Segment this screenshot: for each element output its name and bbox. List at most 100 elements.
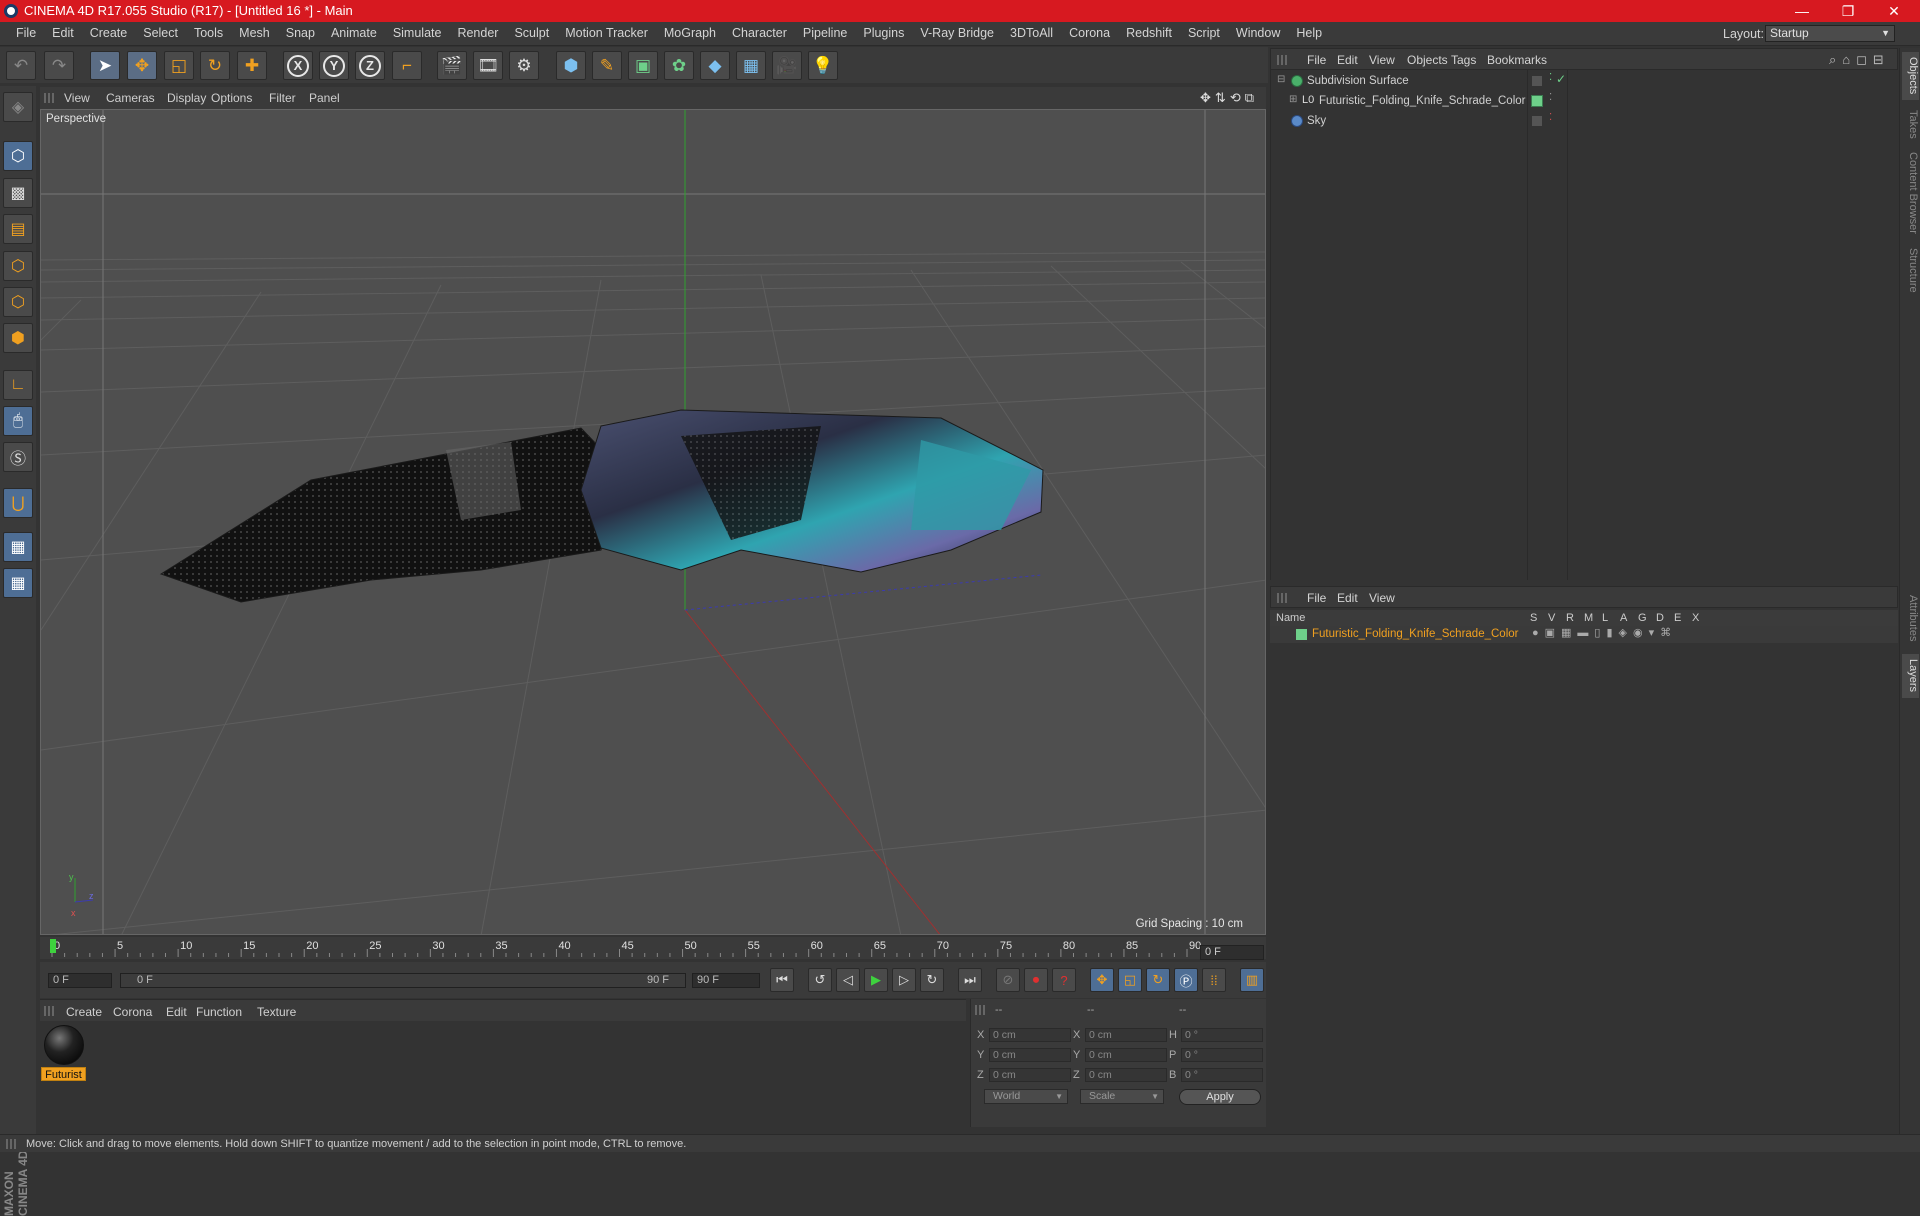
layer-tag-icon[interactable] bbox=[1531, 75, 1543, 87]
visibility-dots-icon[interactable]: ⁚ bbox=[1549, 92, 1552, 103]
material-menu-create[interactable]: Create bbox=[66, 1005, 102, 1019]
panel-grip-icon[interactable] bbox=[6, 1139, 16, 1149]
collapse-icon[interactable]: ⊟ bbox=[1277, 74, 1285, 85]
material-menu-corona[interactable]: Corona bbox=[113, 1005, 152, 1019]
layer-column-m[interactable]: M bbox=[1584, 612, 1593, 624]
knife-model[interactable] bbox=[159, 409, 1044, 603]
layer-color-swatch[interactable] bbox=[1296, 629, 1307, 640]
tweak-mode-button[interactable]: 🖱 bbox=[3, 406, 33, 436]
scale-mode-dropdown[interactable]: Scale ▼ bbox=[1080, 1089, 1164, 1104]
object-menu-tags[interactable]: Tags bbox=[1451, 53, 1476, 67]
object-name[interactable]: Subdivision Surface bbox=[1307, 75, 1409, 87]
coordinate-mode-dropdown[interactable]: World ▼ bbox=[984, 1089, 1068, 1104]
3d-viewport[interactable]: y z x Perspective Grid Spacing : 10 cm bbox=[40, 109, 1266, 935]
panel-grip-icon[interactable] bbox=[975, 1005, 985, 1015]
coord-size-field[interactable]: 0 cm bbox=[1085, 1028, 1167, 1042]
layer-flag-icons[interactable]: ●▣▦▬▯▮◈◉▾⌘ bbox=[1532, 626, 1677, 639]
tab-takes[interactable]: Takes bbox=[1902, 104, 1919, 144]
move-tool-button[interactable]: ✥ bbox=[127, 51, 157, 80]
start-frame-field[interactable]: 0 F bbox=[48, 973, 112, 988]
menu-corona[interactable]: Corona bbox=[1061, 26, 1118, 40]
add-cube-button[interactable]: ⬢ bbox=[556, 51, 586, 80]
object-menu-view[interactable]: View bbox=[1369, 53, 1395, 67]
visibility-dots-icon[interactable]: ⁚ bbox=[1549, 112, 1552, 123]
object-manager-tools[interactable]: ⌕⌂◻⊟ bbox=[1829, 52, 1890, 68]
object-menu-bookmarks[interactable]: Bookmarks bbox=[1487, 53, 1547, 67]
add-camera-button[interactable]: 🎥 bbox=[772, 51, 802, 80]
material-manager-area[interactable] bbox=[40, 1021, 966, 1127]
viewport-menu-view[interactable]: View bbox=[64, 91, 90, 105]
tab-structure[interactable]: Structure bbox=[1902, 242, 1919, 298]
material-menu-function[interactable]: Function bbox=[196, 1005, 242, 1019]
coord-size-field[interactable]: 0 cm bbox=[1085, 1068, 1167, 1082]
snap-button[interactable]: ⋃ bbox=[3, 488, 33, 518]
previous-key-button[interactable]: ↺ bbox=[808, 968, 832, 992]
menu-v-ray-bridge[interactable]: V-Ray Bridge bbox=[912, 26, 1002, 40]
viewport-menu-filter[interactable]: Filter bbox=[269, 91, 296, 105]
minimize-button[interactable]: — bbox=[1780, 0, 1824, 22]
end-frame-field[interactable]: 90 F bbox=[692, 973, 760, 988]
layer-column-r[interactable]: R bbox=[1566, 612, 1574, 624]
layer-column-s[interactable]: S bbox=[1530, 612, 1537, 624]
menu-help[interactable]: Help bbox=[1288, 26, 1330, 40]
rotate-tool-button[interactable]: ↻ bbox=[200, 51, 230, 80]
add-nurbs-button[interactable]: ▣ bbox=[628, 51, 658, 80]
layer-column-g[interactable]: G bbox=[1638, 612, 1647, 624]
x-axis-button[interactable]: X bbox=[283, 51, 313, 80]
next-key-button[interactable]: ↻ bbox=[920, 968, 944, 992]
panel-grip-icon[interactable] bbox=[1277, 55, 1287, 65]
object-row-knife[interactable]: ⊞ L0 Futuristic_Folding_Knife_Schrade_Co… bbox=[1271, 92, 1899, 111]
viewport-menu-cameras[interactable]: Cameras bbox=[106, 91, 155, 105]
menu-animate[interactable]: Animate bbox=[323, 26, 385, 40]
layer-column-d[interactable]: D bbox=[1656, 612, 1664, 624]
workplane-mode-button[interactable]: ▤ bbox=[3, 214, 33, 244]
planar-workplane-button[interactable]: ▦ bbox=[3, 568, 33, 598]
layer-column-a[interactable]: A bbox=[1620, 612, 1627, 624]
coord-position-field[interactable]: 0 cm bbox=[989, 1028, 1071, 1042]
material-preview-ball[interactable] bbox=[44, 1025, 84, 1065]
previous-frame-button[interactable]: ◁ bbox=[836, 968, 860, 992]
layer-name[interactable]: Futuristic_Folding_Knife_Schrade_Color bbox=[1312, 628, 1518, 640]
undo-button[interactable]: ↶ bbox=[6, 51, 36, 80]
layout-dropdown[interactable]: Startup ▼ bbox=[1765, 25, 1895, 42]
timeline-ruler[interactable]: 0 5 10 15 20 25 30 35 40 45 50 55 60 65 70 75 80 85 90 bbox=[40, 937, 1266, 959]
object-row-sky[interactable]: Sky ⁚ bbox=[1271, 112, 1899, 131]
menu-3dtoall[interactable]: 3DToAll bbox=[1002, 26, 1061, 40]
menu-plugins[interactable]: Plugins bbox=[855, 26, 912, 40]
material-menu-edit[interactable]: Edit bbox=[166, 1005, 187, 1019]
panel-grip-icon[interactable] bbox=[44, 93, 54, 103]
layer-list[interactable] bbox=[1270, 627, 1898, 1132]
record-keys-button[interactable]: ⊘ bbox=[996, 968, 1020, 992]
coordinate-system-button[interactable]: ⌐ bbox=[392, 51, 422, 80]
layer-menu-edit[interactable]: Edit bbox=[1337, 591, 1358, 605]
z-axis-button[interactable]: Z bbox=[355, 51, 385, 80]
layer-column-x[interactable]: X bbox=[1692, 612, 1699, 624]
coord-position-field[interactable]: 0 cm bbox=[989, 1068, 1071, 1082]
enabled-check-icon[interactable]: ✓ bbox=[1556, 72, 1566, 86]
key-position-button[interactable]: ✥ bbox=[1090, 968, 1114, 992]
render-picture-viewer-button[interactable]: 🎞 bbox=[473, 51, 503, 80]
menu-motion-tracker[interactable]: Motion Tracker bbox=[557, 26, 656, 40]
key-point-level-button[interactable]: ⁞⁞ bbox=[1202, 968, 1226, 992]
add-array-button[interactable]: ✿ bbox=[664, 51, 694, 80]
make-editable-button[interactable]: ◈ bbox=[3, 92, 33, 122]
viewport-nav-icons[interactable]: ✥⇅⟲⧉ bbox=[1200, 90, 1258, 106]
object-row-subdivision[interactable]: ⊟ Subdivision Surface ⁚ ✓ bbox=[1271, 72, 1899, 91]
texture-mode-button[interactable]: ▩ bbox=[3, 178, 33, 208]
object-name[interactable]: Futuristic_Folding_Knife_Schrade_Color bbox=[1319, 95, 1525, 107]
model-mode-button[interactable]: ⬡ bbox=[3, 141, 33, 171]
key-parameter-button[interactable]: Ⓟ bbox=[1174, 968, 1198, 992]
layer-column-e[interactable]: E bbox=[1674, 612, 1681, 624]
current-frame-field[interactable]: 0 F bbox=[1200, 945, 1264, 960]
transform-tool-button[interactable]: ✚ bbox=[237, 51, 267, 80]
scale-tool-button[interactable]: ◱ bbox=[164, 51, 194, 80]
menu-file[interactable]: File bbox=[8, 26, 44, 40]
object-menu-edit[interactable]: Edit bbox=[1337, 53, 1358, 67]
layer-row[interactable]: Futuristic_Folding_Knife_Schrade_Color ●… bbox=[1270, 626, 1898, 643]
edges-mode-button[interactable]: ⬡ bbox=[3, 287, 33, 317]
layer-menu-file[interactable]: File bbox=[1307, 591, 1326, 605]
render-view-button[interactable]: 🎬 bbox=[437, 51, 467, 80]
menu-select[interactable]: Select bbox=[135, 26, 186, 40]
menu-snap[interactable]: Snap bbox=[278, 26, 323, 40]
layer-color-swatch[interactable] bbox=[1531, 95, 1543, 107]
